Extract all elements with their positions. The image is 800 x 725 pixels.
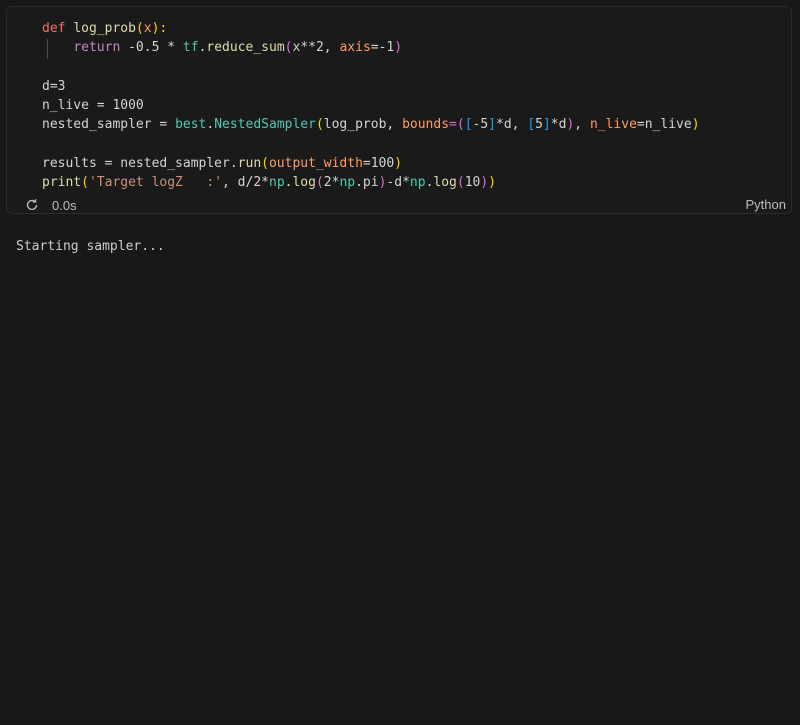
code-token: log <box>433 175 457 191</box>
code-token: ( <box>81 175 89 191</box>
code-token: best <box>175 117 207 133</box>
code-token: 'Target logZ :' <box>88 175 223 191</box>
code-token: -5 <box>472 117 489 133</box>
code-token: log <box>292 175 316 191</box>
code-token: ( <box>135 21 144 36</box>
code-token: output_width <box>268 156 363 172</box>
code-token: , <box>574 117 590 133</box>
code-token: -0.5 * <box>120 40 183 56</box>
code-token: *d, <box>496 117 528 133</box>
code-token: [ <box>464 117 473 133</box>
code-token: ( <box>261 156 269 172</box>
code-line: results = nested_sampler.run(output_widt… <box>42 154 700 173</box>
code-token: ) <box>488 175 497 191</box>
code-token: 10 <box>464 175 481 191</box>
code-token: bounds <box>402 117 450 133</box>
language-label[interactable]: Python <box>746 197 786 212</box>
code-line: n_live = 1000 <box>42 96 700 115</box>
code-token: log_prob, <box>323 117 403 133</box>
code-token: ( <box>284 40 293 56</box>
code-token: run <box>237 156 262 172</box>
code-token: , d/2* <box>222 175 269 191</box>
code-token: ] <box>488 117 496 133</box>
code-token: =-1 <box>370 40 395 56</box>
code-token: 2* <box>323 175 340 191</box>
code-token: ( <box>315 175 324 191</box>
code-editor[interactable]: def log_prob(x): return -0.5 * tf.reduce… <box>42 19 700 193</box>
code-token: log_prob <box>73 21 136 36</box>
code-token: axis <box>339 40 371 56</box>
code-token: 5 <box>535 117 543 133</box>
code-cell[interactable]: def log_prob(x): return -0.5 * tf.reduce… <box>6 6 792 214</box>
code-token: np <box>269 175 285 191</box>
code-token: ) <box>691 117 700 133</box>
code-token: ): <box>151 21 168 36</box>
code-token: ) <box>394 156 403 172</box>
execution-time: 0.0s <box>52 197 77 213</box>
code-token: results = nested_sampler. <box>42 156 238 172</box>
code-token: =( <box>449 117 465 133</box>
code-token: nested_sampler = <box>42 117 176 133</box>
code-token: print <box>42 175 82 191</box>
code-token: [ <box>527 117 536 133</box>
code-token: n_live = 1000 <box>42 98 144 114</box>
code-token: ( <box>315 117 324 133</box>
code-token: x <box>143 21 152 36</box>
code-token: -d* <box>386 175 410 191</box>
rerun-icon[interactable] <box>24 197 40 213</box>
code-token: .pi <box>355 175 379 191</box>
code-token: ( <box>456 175 465 191</box>
cell-output: Starting sampler... <box>16 239 165 254</box>
code-line: return -0.5 * tf.reduce_sum(x**2, axis=-… <box>42 38 700 57</box>
code-token: def <box>42 21 66 36</box>
code-token: ] <box>542 117 551 133</box>
code-line: print('Target logZ :', d/2*np.log(2*np.p… <box>42 173 700 192</box>
code-token: x**2, <box>292 40 340 56</box>
code-token: n_live <box>589 117 637 133</box>
code-token: reduce_sum <box>206 40 285 56</box>
code-token: *d <box>550 117 567 133</box>
code-token: d=3 <box>42 78 66 94</box>
code-token: =n_live <box>636 117 692 133</box>
code-line: def log_prob(x): <box>42 19 700 38</box>
code-token: np <box>409 175 426 191</box>
code-token: tf <box>182 40 199 56</box>
code-line: d=3 <box>42 77 700 96</box>
code-token: =100 <box>362 156 395 172</box>
code-token: ) <box>394 40 403 56</box>
code-line: nested_sampler = best.NestedSampler(log_… <box>42 115 700 134</box>
code-token: NestedSampler <box>214 117 316 133</box>
code-token: return <box>73 40 121 56</box>
cell-status-bar: 0.0s <box>24 197 77 213</box>
code-token: ) <box>480 175 489 191</box>
code-token: np <box>339 175 356 191</box>
